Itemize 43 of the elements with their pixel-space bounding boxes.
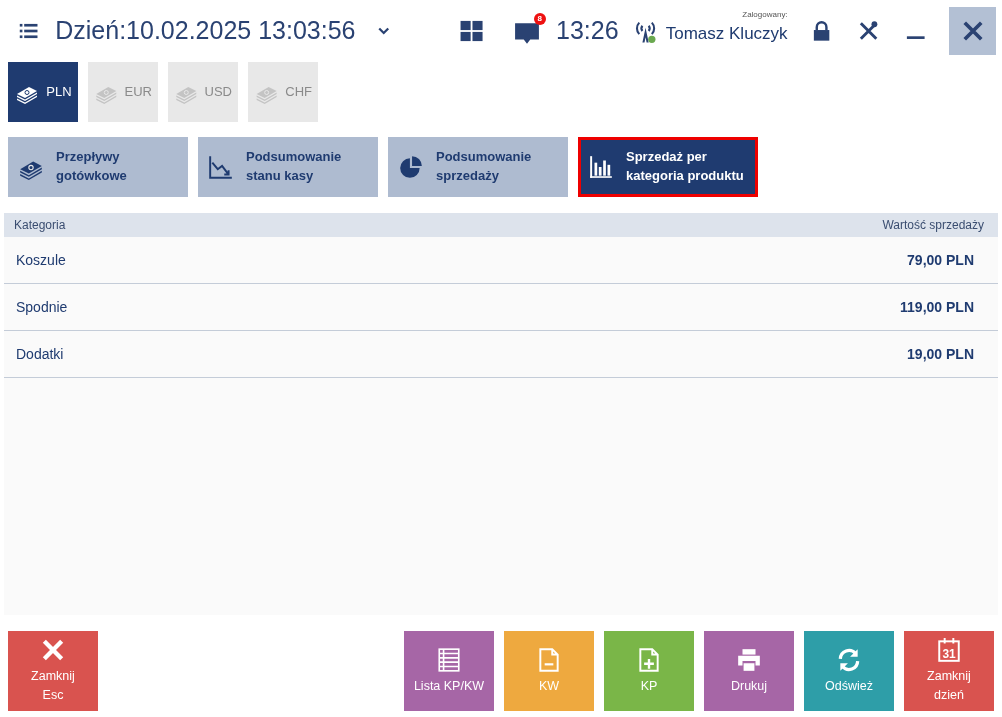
document-minus-icon [536,646,562,673]
close-icon [961,20,984,42]
category-name: Dodatki [16,344,64,364]
action-button[interactable]: KP [604,631,694,711]
action-button[interactable]: Odśwież [804,631,894,711]
grid-icon[interactable] [458,20,485,42]
user-name: Tomasz Kluczyk [665,23,788,46]
close-button[interactable] [949,7,996,55]
message-icon[interactable] [514,20,541,46]
document-plus-icon [636,646,662,673]
report-tab[interactable]: Przepływy gotówkowe [8,137,188,197]
action-button[interactable]: Zamknij Esc [8,631,98,711]
currency-button[interactable]: USD [168,62,238,122]
column-header: Kategoria [14,217,66,234]
refresh-icon [836,646,862,673]
bar-chart-icon [588,154,614,180]
currency-button[interactable]: EUR [88,62,158,122]
sales-value: 79,00 PLN [907,250,974,270]
table-row[interactable]: Spodnie 119,00 PLN [4,284,998,331]
printer-icon [736,646,762,673]
calendar-icon: 31 [936,637,962,664]
pie-chart-icon [398,154,424,180]
category-name: Koszule [16,250,66,270]
report-tab[interactable]: Sprzedaż per kategoria produktu [578,137,758,197]
table-row[interactable]: Dodatki 19,00 PLN [4,331,998,378]
report-tab[interactable]: Podsumowanie stanu kasy [198,137,378,197]
action-button[interactable]: Drukuj [704,631,794,711]
notification-badge: 8 [533,13,547,25]
column-header: Wartość sprzedaży [882,217,984,234]
date-label: Dzień:10.02.2025 13:03:56 [55,15,356,47]
sales-value: 19,00 PLN [907,344,974,364]
table-row[interactable]: Koszule 79,00 PLN [4,237,998,284]
line-chart-icon [208,154,234,180]
sales-value: 119,00 PLN [900,297,974,317]
action-button[interactable]: 31 Zamknij dzień [904,631,994,711]
action-button[interactable]: Lista KP/KW [404,631,494,711]
currency-button[interactable]: CHF [248,62,318,122]
currency-button[interactable]: PLN [8,62,78,122]
list-icon [436,646,462,673]
report-tab[interactable]: Podsumowanie sprzedaży [388,137,568,197]
user-caption: Zalogowany: [741,9,788,22]
clock: 13:26 [556,15,619,47]
category-name: Spodnie [16,297,68,317]
